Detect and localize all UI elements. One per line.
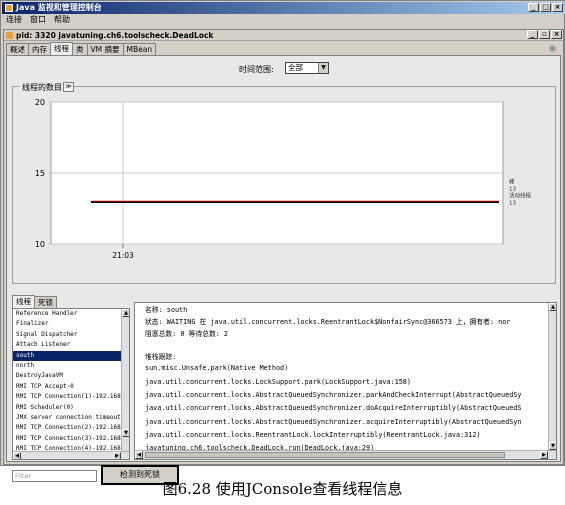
tab-classes[interactable]: 类 [72,43,88,55]
thread-list-item[interactable]: RMI Scheduler(0) [13,403,122,413]
stack-frame-line: java.util.concurrent.locks.LockSupport.p… [145,378,411,386]
scroll-left-icon[interactable]: ◀ [135,451,143,459]
thread-list-item[interactable]: north [13,361,122,371]
thread-details: 名称: south 状态: WAITING 在 java.util.concurr… [134,302,557,460]
stack-frame-line: java.util.concurrent.locks.AbstractQueue… [145,404,522,412]
menu-bar: 连接 窗口 帮助 [2,14,565,26]
menu-window[interactable]: 窗口 [30,14,46,26]
y-tick-label: 20 [35,98,45,107]
collapse-button[interactable]: ≫ [63,82,74,92]
thread-list-item[interactable]: Signal Dispatcher [13,330,122,340]
y-tick-label: 10 [35,240,45,249]
stack-frame-line: java.util.concurrent.locks.AbstractQueue… [145,418,522,426]
connection-title: pid: 3320 javatuning.ch6.toolscheck.Dead… [16,31,214,40]
details-hscrollbar[interactable]: ◀ ▶ [135,450,556,459]
thread-list-item[interactable]: Reference Handler [13,309,122,319]
x-tick-label: 21:03 [112,251,134,260]
tab-memory[interactable]: 内存 [28,43,51,55]
close-icon[interactable]: × [551,30,562,39]
window-controls: _ □ × [528,3,563,12]
thread-list-scrollbar[interactable]: ▲ ▼ [121,309,129,451]
thread-detail-line: 阻塞总数: 0 等待总数: 2 [145,330,229,338]
thread-detail-line: 状态: WAITING 在 java.util.concurrent.locks… [145,318,511,326]
scroll-thumb[interactable] [145,452,505,458]
details-scrollbar[interactable]: ▲ ▼ [548,303,556,451]
frame-controls: _ ▫ × [527,30,562,39]
stack-frame-line: java.util.concurrent.locks.AbstractQueue… [145,391,522,399]
main-tabs: 概述 内存 线程 类 VM 摘要 MBean [6,42,157,55]
thread-list-item[interactable]: RMI TCP Connection(1)-192.168. [13,392,122,402]
menu-connection[interactable]: 连接 [6,14,22,26]
tab-thread-list[interactable]: 线程 [12,295,35,308]
scroll-up-icon[interactable]: ▲ [122,309,129,317]
scroll-down-icon[interactable]: ▼ [549,442,556,450]
java-icon [5,4,13,12]
connection-frame: pid: 3320 javatuning.ch6.toolscheck.Dead… [3,29,564,485]
time-range-value: 全部 [288,63,303,72]
legend-label: 13 [509,200,516,206]
thread-list-item[interactable]: Attach Listener [13,340,122,350]
java-icon [6,32,13,39]
minimize-icon[interactable]: _ [527,30,538,39]
thread-list-item[interactable]: Finalizer [13,319,122,329]
maximize-icon[interactable]: □ [540,3,551,12]
scroll-down-icon[interactable]: ▼ [122,429,129,437]
legend-label: 峰 [509,177,515,185]
stack-frame-line: sun.misc.Unsafe.park(Native Method) [145,364,289,372]
tab-deadlock[interactable]: 死锁 [34,296,57,308]
connection-status-icon [548,44,557,53]
scroll-right-icon[interactable]: ▶ [113,452,121,459]
time-range-select[interactable]: 全部 ▼ [285,62,329,74]
thread-list-item[interactable]: JMX server connection timeout [13,413,122,423]
threads-panel: 时间范围: 全部 ▼ 线程的数目 ≫ 10 15 20 21:03 峰 13 活动线程 13 … [6,55,561,485]
title-bar: Java 监视和管理控制台 _ □ × [2,2,565,14]
minimize-icon[interactable]: _ [528,3,539,12]
menu-help[interactable]: 帮助 [54,14,70,26]
close-icon[interactable]: × [552,3,563,12]
window-title: Java 监视和管理控制台 [16,3,102,12]
thread-list-item[interactable]: RMI TCP Connection(2)-192.168. [13,423,122,433]
figure-caption: 图6.28 使用JConsole查看线程信息 [162,480,403,498]
restore-icon[interactable]: ▫ [539,30,550,39]
thread-detail-line: 堆栈跟踪: [145,353,177,361]
thread-chart: 10152021:03峰13活动线程13 [35,98,532,260]
thread-list-item[interactable]: DestroyJavaVM [13,371,122,381]
thread-list: Reference Handler Finalizer Signal Dispatc… [12,308,130,460]
chart-title: 线程的数目 [19,82,65,93]
thread-list-item[interactable]: RMI TCP Accept-0 [13,382,122,392]
thread-list-item[interactable]: south [13,350,122,361]
tab-mbean[interactable]: MBean [122,43,157,55]
stack-frame-line: java.util.concurrent.locks.ReentrantLock… [145,431,481,439]
chevron-down-icon: ▼ [318,63,328,73]
thread-list-item[interactable]: RMI TCP Connection(3)-192.168. [13,434,122,444]
legend-label: 13 [509,186,516,192]
scroll-left-icon[interactable]: ◀ [13,452,21,459]
scroll-right-icon[interactable]: ▶ [540,451,548,459]
connection-title-bar: pid: 3320 javatuning.ch6.toolscheck.Dead… [4,30,563,41]
tab-overview[interactable]: 概述 [6,43,29,55]
thread-list-hscrollbar[interactable]: ◀ ▶ [13,451,129,459]
time-range-label: 时间范围: [239,65,274,74]
jconsole-window: Java 监视和管理控制台 _ □ × 连接 窗口 帮助 pid: 3320 j… [0,0,565,485]
thread-detail-line: 名称: south [145,306,188,314]
tab-vm-summary[interactable]: VM 摘要 [86,43,124,55]
legend-label: 活动线程 [509,191,532,199]
scroll-up-icon[interactable]: ▲ [549,303,556,311]
tab-threads[interactable]: 线程 [50,42,73,55]
thread-subtabs: 线程 死锁 [12,295,57,308]
y-tick-label: 15 [35,169,45,178]
